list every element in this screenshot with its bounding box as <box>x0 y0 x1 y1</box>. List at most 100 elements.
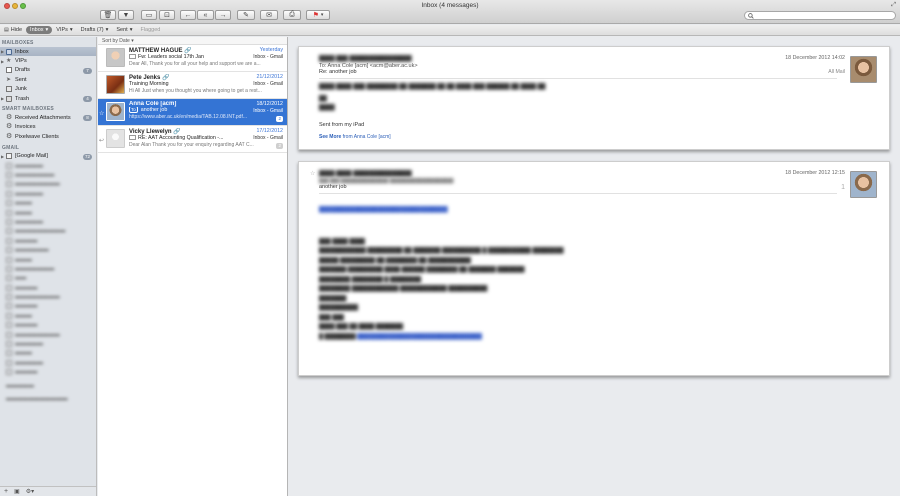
archive-button[interactable]: ▭ <box>141 10 157 20</box>
message-row-pete-jenks[interactable]: Pete Jenks 🔗 21/12/2012 Training Morning… <box>98 72 287 99</box>
list-item[interactable]: ▬▬▬▬▬ <box>0 217 96 226</box>
favorite-vips[interactable]: VIPs ▾ <box>52 26 76 34</box>
list-item[interactable]: ▬▬▬▬▬▬▬▬ <box>0 180 96 189</box>
list-item[interactable]: ▬▬▬▬▬ <box>0 381 96 390</box>
chevron-down-icon: ▾ <box>45 27 49 33</box>
search-input[interactable] <box>744 11 896 20</box>
flag-button[interactable]: ⚑ ▾ <box>306 10 330 20</box>
list-item[interactable]: ▬▬▬▬▬▬▬▬ <box>0 292 96 301</box>
list-item[interactable]: ▬▬▬ <box>0 198 96 207</box>
list-item[interactable]: ▬▬▬▬ <box>0 368 96 377</box>
see-more-line: See More from Anna Cole [acm] <box>319 134 881 140</box>
disclosure-triangle-icon[interactable]: ▶ <box>1 49 4 54</box>
list-item[interactable]: ▬▬▬▬▬ <box>0 189 96 198</box>
message-mailbox: Inbox - Gmail <box>253 54 283 60</box>
list-item[interactable]: ▬▬▬▬▬▬▬▬ <box>0 330 96 339</box>
avatar <box>106 75 125 94</box>
forward-button[interactable]: → <box>215 10 231 20</box>
list-item[interactable]: ▬▬▬▬ <box>0 321 96 330</box>
list-item[interactable]: ▬▬▬ <box>0 255 96 264</box>
sidebar-item-vips[interactable]: ▶ ★ VIPs <box>0 56 96 65</box>
folder-icon <box>6 256 12 263</box>
list-item[interactable]: ▬▬▬ <box>0 311 96 320</box>
folder-icon <box>6 331 12 338</box>
favorite-sent[interactable]: Sent ▾ <box>112 26 136 34</box>
list-item[interactable]: ▬▬▬▬▬▬▬▬▬▬▬ <box>0 394 96 403</box>
message-row-matthew-hague[interactable]: MATTHEW HAGUE 🔗 Yesterday Fw: Leaders so… <box>98 45 287 72</box>
list-item[interactable]: ▬▬▬▬ <box>0 283 96 292</box>
sidebar-item-trash[interactable]: ▶ Trash 4 <box>0 94 96 103</box>
add-mailbox-button[interactable]: + <box>4 488 8 495</box>
list-item[interactable]: ▬▬▬▬▬▬▬ <box>0 264 96 273</box>
sidebar-item-drafts[interactable]: Drafts 7 <box>0 66 96 75</box>
fullscreen-icon[interactable]: ⤢ <box>891 2 896 9</box>
favorite-drafts[interactable]: Drafts (7) ▾ <box>77 26 113 34</box>
search-icon <box>748 13 754 19</box>
list-item[interactable]: ▬▬▬▬▬ <box>0 161 96 170</box>
avatar <box>106 129 125 148</box>
junk-button[interactable]: ▼ <box>118 10 134 20</box>
flag-icon: ⚑ <box>312 12 319 19</box>
list-item[interactable]: ▬▬ <box>0 274 96 283</box>
envelope-icon <box>129 54 136 60</box>
star-icon[interactable]: ☆ <box>310 170 315 177</box>
sidebar-item-sent[interactable]: ➤ Sent <box>0 75 96 84</box>
disclosure-triangle-icon[interactable]: ▶ <box>1 59 4 64</box>
forward-icon: → <box>219 11 227 19</box>
message-list: Sort by Date ▾ MATTHEW HAGUE 🔗 Yesterday… <box>98 37 288 496</box>
gear-icon[interactable]: ⚙▾ <box>26 488 34 495</box>
folder-icon <box>6 294 12 301</box>
sidebar-item-label: Inbox <box>15 48 29 55</box>
folder-icon <box>6 322 12 329</box>
sidebar-item-pixelwave-clients[interactable]: ⚙ Pixelwave Clients <box>0 132 96 141</box>
reply-all-button[interactable]: « <box>197 10 214 20</box>
folder-icon <box>6 162 12 169</box>
list-item[interactable]: ▬▬▬ <box>0 208 96 217</box>
list-item[interactable]: ▬▬▬▬ <box>0 236 96 245</box>
favorite-flagged-label: Flagged <box>140 27 161 33</box>
list-item[interactable]: ▬▬▬▬▬ <box>0 358 96 367</box>
favorite-flagged[interactable]: Flagged <box>136 26 164 34</box>
message-date: 21/12/2012 <box>256 74 283 80</box>
sidebar-item-received-attachments[interactable]: ⚙ Received Attachments 8 <box>0 113 96 122</box>
see-more-link[interactable]: See More <box>319 134 341 140</box>
blurred-signature-line: █ ████████ █████████████████████████████… <box>319 333 482 340</box>
message-row-anna-cole[interactable]: ☆ Anna Cole [acm] 18/12/2012 To another j… <box>98 99 287 126</box>
blurred-folder-list: ▬▬▬▬▬ ▬▬▬▬▬▬▬ ▬▬▬▬▬▬▬▬ ▬▬▬▬▬ ▬▬▬ ▬▬▬ ▬▬▬… <box>0 161 96 404</box>
list-item[interactable]: ▬▬▬▬ <box>0 302 96 311</box>
blurred-signature-line: ████████ ████████ █ ████████ <box>319 276 422 283</box>
sidebar-item-junk[interactable]: Junk <box>0 85 96 94</box>
disclosure-triangle-icon[interactable]: ▶ <box>1 96 4 101</box>
print-button[interactable]: ⎙ <box>283 10 301 20</box>
list-item[interactable]: ▬▬▬▬▬▬▬▬▬ <box>0 227 96 236</box>
delete-button[interactable]: 🗑 <box>100 10 116 20</box>
message-row-vicky-llewelyn[interactable]: ↩ Vicky Llewelyn 🔗 17/12/2012 RE: AAT Ac… <box>98 126 287 153</box>
reply-button[interactable]: ← <box>180 10 196 20</box>
hide-mailboxes-button[interactable]: ▤ Hide <box>0 26 26 34</box>
favorite-inbox[interactable]: Inbox ▾ <box>26 26 53 34</box>
get-mail-button[interactable]: ✉ <box>260 10 278 20</box>
blurred-body: ████ <box>319 105 335 111</box>
move-button[interactable]: ⊡ <box>159 10 175 20</box>
divider <box>319 78 837 79</box>
star-icon[interactable]: ☆ <box>99 110 104 117</box>
compose-icon: ✎ <box>243 12 249 19</box>
list-item[interactable]: ▬▬▬▬▬ <box>0 339 96 348</box>
blurred-link[interactable]: █████████████████████████████████ <box>319 206 881 216</box>
list-item[interactable]: ▬▬▬▬▬▬ <box>0 245 96 254</box>
sort-by-date-button[interactable]: Sort by Date ▾ <box>98 37 287 45</box>
to-line: ███ ███ ███████████████ ████████████████… <box>319 178 454 183</box>
sidebar-item-invoices[interactable]: ⚙ Invoices <box>0 123 96 132</box>
disclosure-triangle-icon[interactable]: ▶ <box>1 154 4 159</box>
compose-button[interactable]: ✎ <box>237 10 255 20</box>
trash-icon: 🗑 <box>103 12 113 19</box>
show-activity-icon[interactable]: ▣ <box>14 488 20 495</box>
sidebar-item-inbox[interactable]: ▶ Inbox <box>0 47 96 57</box>
message-subject: Fw: Leaders social 17th Jan <box>138 54 204 60</box>
sidebar-item-label: VIPs <box>15 58 27 65</box>
list-item[interactable]: ▬▬▬▬▬▬▬ <box>0 170 96 179</box>
list-item[interactable]: ▬▬▬ <box>0 349 96 358</box>
sidebar-item-google-mail[interactable]: ▶ [Google Mail] 72 <box>0 152 96 161</box>
envelope-icon: ✉ <box>266 12 272 19</box>
folder-icon <box>6 237 12 244</box>
